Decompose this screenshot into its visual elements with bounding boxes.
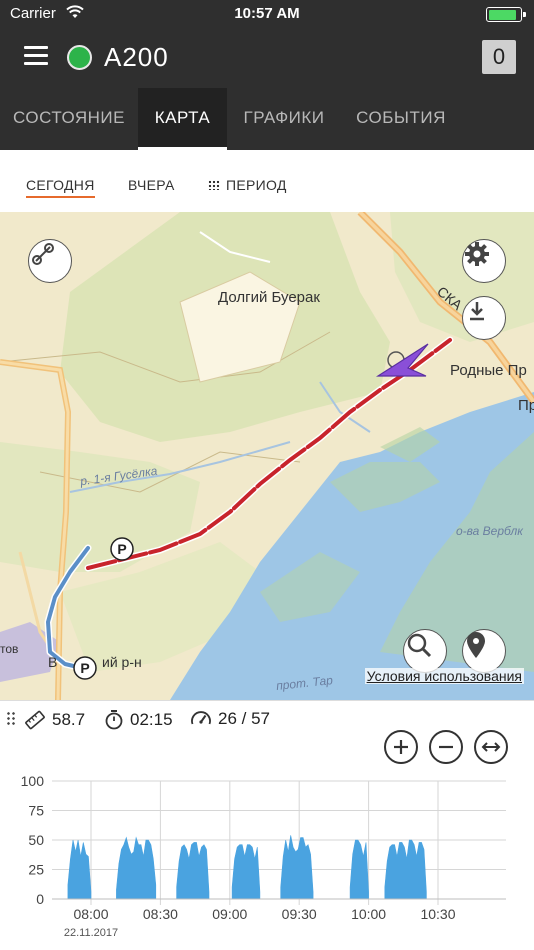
subtab-period[interactable]: ПЕРИОД (208, 177, 287, 193)
subtab-period-label: ПЕРИОД (226, 177, 287, 193)
chart-date-label: 22.11.2017 (64, 927, 118, 939)
battery-nub (523, 12, 526, 17)
map-label-district: ий р-н (102, 654, 142, 670)
distance-value: 58.7 (52, 710, 86, 729)
main-tabs: СОСТОЯНИЕ КАРТА ГРАФИКИ СОБЫТИЯ (0, 88, 534, 150)
minus-icon (439, 745, 453, 749)
chart-x-tick-label: 09:00 (212, 906, 247, 922)
track-toggle-button[interactable] (28, 239, 72, 283)
chart-y-tick-label: 75 (28, 803, 44, 819)
zoom-to-track-button[interactable] (403, 629, 447, 673)
status-bar: Carrier 10:57 AM (0, 0, 534, 28)
clock: 10:57 AM (234, 5, 300, 22)
notification-counter[interactable]: 0 (482, 40, 516, 74)
zoom-in-button[interactable] (384, 730, 418, 764)
battery-fill (488, 9, 516, 20)
stopwatch-icon (105, 710, 123, 730)
chart-area-segment (116, 836, 157, 900)
chart-x-tick-label: 08:30 (143, 906, 178, 922)
drag-handle-icon[interactable] (6, 711, 16, 725)
subtab-yesterday[interactable]: ВЧЕРА (128, 177, 175, 193)
online-status-indicator (67, 45, 92, 70)
unit-name: A200 (104, 42, 169, 72)
speedometer-icon (191, 711, 211, 725)
chart-x-tick-label: 10:30 (420, 906, 455, 922)
map-label-village-3: Пр (518, 397, 534, 414)
svg-text:P: P (117, 541, 126, 557)
fit-width-button[interactable] (474, 730, 508, 764)
location-pin-icon (467, 632, 485, 658)
map-label-village: Долгий Буерак (218, 289, 320, 306)
terms-of-use-link[interactable]: Условия использования (364, 668, 524, 684)
tab-charts[interactable]: ГРАФИКИ (227, 88, 341, 150)
grid-icon (208, 180, 220, 190)
app-bar: A200 0 (0, 28, 534, 88)
chart-y-tick-label: 50 (28, 832, 44, 848)
my-location-button[interactable] (462, 629, 506, 673)
speed-stat: 26 / 57 (190, 709, 270, 729)
speed-chart[interactable]: 0 25 50 75 100 08:00 08:30 09:00 09:30 10:00 10:30… (0, 765, 534, 950)
subtab-today[interactable]: СЕГОДНЯ (26, 177, 95, 198)
tab-map[interactable]: КАРТА (138, 88, 227, 150)
period-tabs: СЕГОДНЯ ВЧЕРА ПЕРИОД (0, 150, 534, 212)
chart-x-tick-label: 08:00 (73, 906, 108, 922)
route-icon (32, 243, 54, 265)
settings-button[interactable] (462, 239, 506, 283)
map-view[interactable]: P P Долгий Буерак Родные Пр Пр р. 1-я Гу… (0, 212, 534, 700)
gear-icon (465, 242, 489, 266)
duration-value: 02:15 (130, 710, 173, 729)
chart-x-tick-label: 10:00 (351, 906, 386, 922)
speed-value: 26 / 57 (218, 709, 270, 728)
distance-stat: 58.7 (24, 709, 85, 731)
duration-stat: 02:15 (104, 709, 173, 731)
parking-marker-2[interactable]: P (73, 656, 97, 680)
trip-stats-bar: 58.7 02:15 26 / 57 (0, 700, 534, 736)
menu-icon[interactable] (24, 46, 48, 68)
horizontal-arrows-icon (481, 742, 501, 752)
download-button[interactable] (462, 296, 506, 340)
chart-x-tick-label: 09:30 (282, 906, 317, 922)
chart-y-tick-label: 25 (28, 862, 44, 878)
map-label-island: о-ва Верблк (456, 524, 523, 538)
chart-area-segment (384, 839, 427, 900)
chart-area-segment (349, 839, 369, 900)
chart-area-segment (67, 839, 92, 900)
chart-area-segment (176, 842, 210, 900)
map-label-village-2: Родные Пр (450, 362, 527, 379)
battery-icon (486, 7, 526, 22)
zoom-out-button[interactable] (429, 730, 463, 764)
svg-text:P: P (80, 660, 89, 676)
chart-area-segment (280, 835, 314, 900)
plus-icon (394, 740, 408, 754)
tab-events[interactable]: СОБЫТИЯ (341, 88, 461, 150)
tab-state[interactable]: СОСТОЯНИЕ (0, 88, 138, 150)
map-label-left-edge: тов (0, 642, 19, 656)
chart-y-tick-label: 0 (36, 891, 44, 907)
parking-marker-1[interactable]: P (110, 537, 134, 561)
map-canvas: P P (0, 212, 534, 700)
map-label-district-prefix: В (48, 654, 58, 670)
chart-area-segment (231, 844, 261, 900)
chart-y-tick-label: 100 (21, 773, 45, 789)
download-icon (470, 302, 484, 321)
ruler-icon (25, 710, 45, 730)
magnifier-icon (407, 633, 432, 658)
